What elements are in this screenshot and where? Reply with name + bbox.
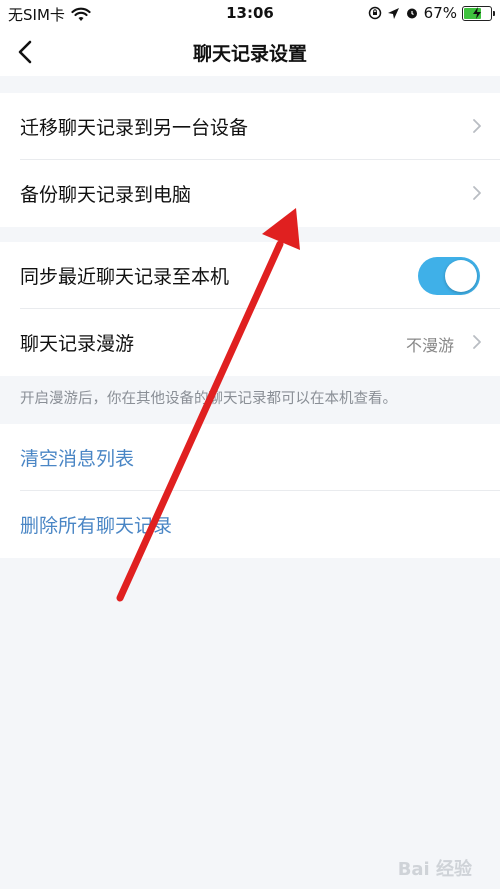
roaming-row[interactable]: 聊天记录漫游 不漫游	[0, 309, 500, 376]
location-icon	[387, 7, 399, 19]
sync-recent-row: 同步最近聊天记录至本机	[0, 242, 500, 309]
danger-group: 清空消息列表 删除所有聊天记录	[0, 424, 500, 558]
roaming-hint: 开启漫游后，你在其他设备的聊天记录都可以在本机查看。	[20, 391, 397, 407]
chevron-right-icon	[473, 186, 481, 200]
watermark: Bai 经验	[397, 859, 472, 880]
chevron-right-icon	[473, 335, 481, 349]
status-right: 67%	[368, 4, 495, 22]
migrate-records-row[interactable]: 迁移聊天记录到另一台设备	[0, 93, 500, 160]
status-bar: 无SIM卡 13:06 67%	[0, 0, 500, 28]
backup-to-pc-label: 备份聊天记录到电脑	[20, 184, 192, 206]
clear-message-list-label: 清空消息列表	[20, 448, 135, 470]
nav-bar: 聊天记录设置	[0, 28, 500, 76]
battery-percent: 67%	[423, 4, 457, 22]
backup-to-pc-row[interactable]: 备份聊天记录到电脑	[0, 160, 500, 227]
chevron-right-icon	[473, 119, 481, 133]
transfer-group: 迁移聊天记录到另一台设备 备份聊天记录到电脑	[0, 93, 500, 227]
clear-message-list-row[interactable]: 清空消息列表	[0, 424, 500, 491]
roaming-value: 不漫游	[405, 336, 454, 355]
migrate-records-label: 迁移聊天记录到另一台设备	[20, 117, 249, 139]
sync-toggle[interactable]	[418, 257, 480, 295]
roaming-label: 聊天记录漫游	[20, 333, 135, 355]
delete-all-records-row[interactable]: 删除所有聊天记录	[0, 491, 500, 558]
delete-all-records-label: 删除所有聊天记录	[20, 515, 173, 537]
sync-group: 同步最近聊天记录至本机 聊天记录漫游 不漫游	[0, 242, 500, 376]
toggle-knob	[445, 260, 477, 292]
page-title: 聊天记录设置	[192, 43, 307, 65]
sync-recent-label: 同步最近聊天记录至本机	[20, 266, 230, 288]
alarm-icon	[406, 8, 417, 19]
orientation-lock-icon	[368, 6, 381, 20]
charging-bolt-icon	[473, 6, 481, 19]
battery-charging-icon	[462, 5, 495, 21]
